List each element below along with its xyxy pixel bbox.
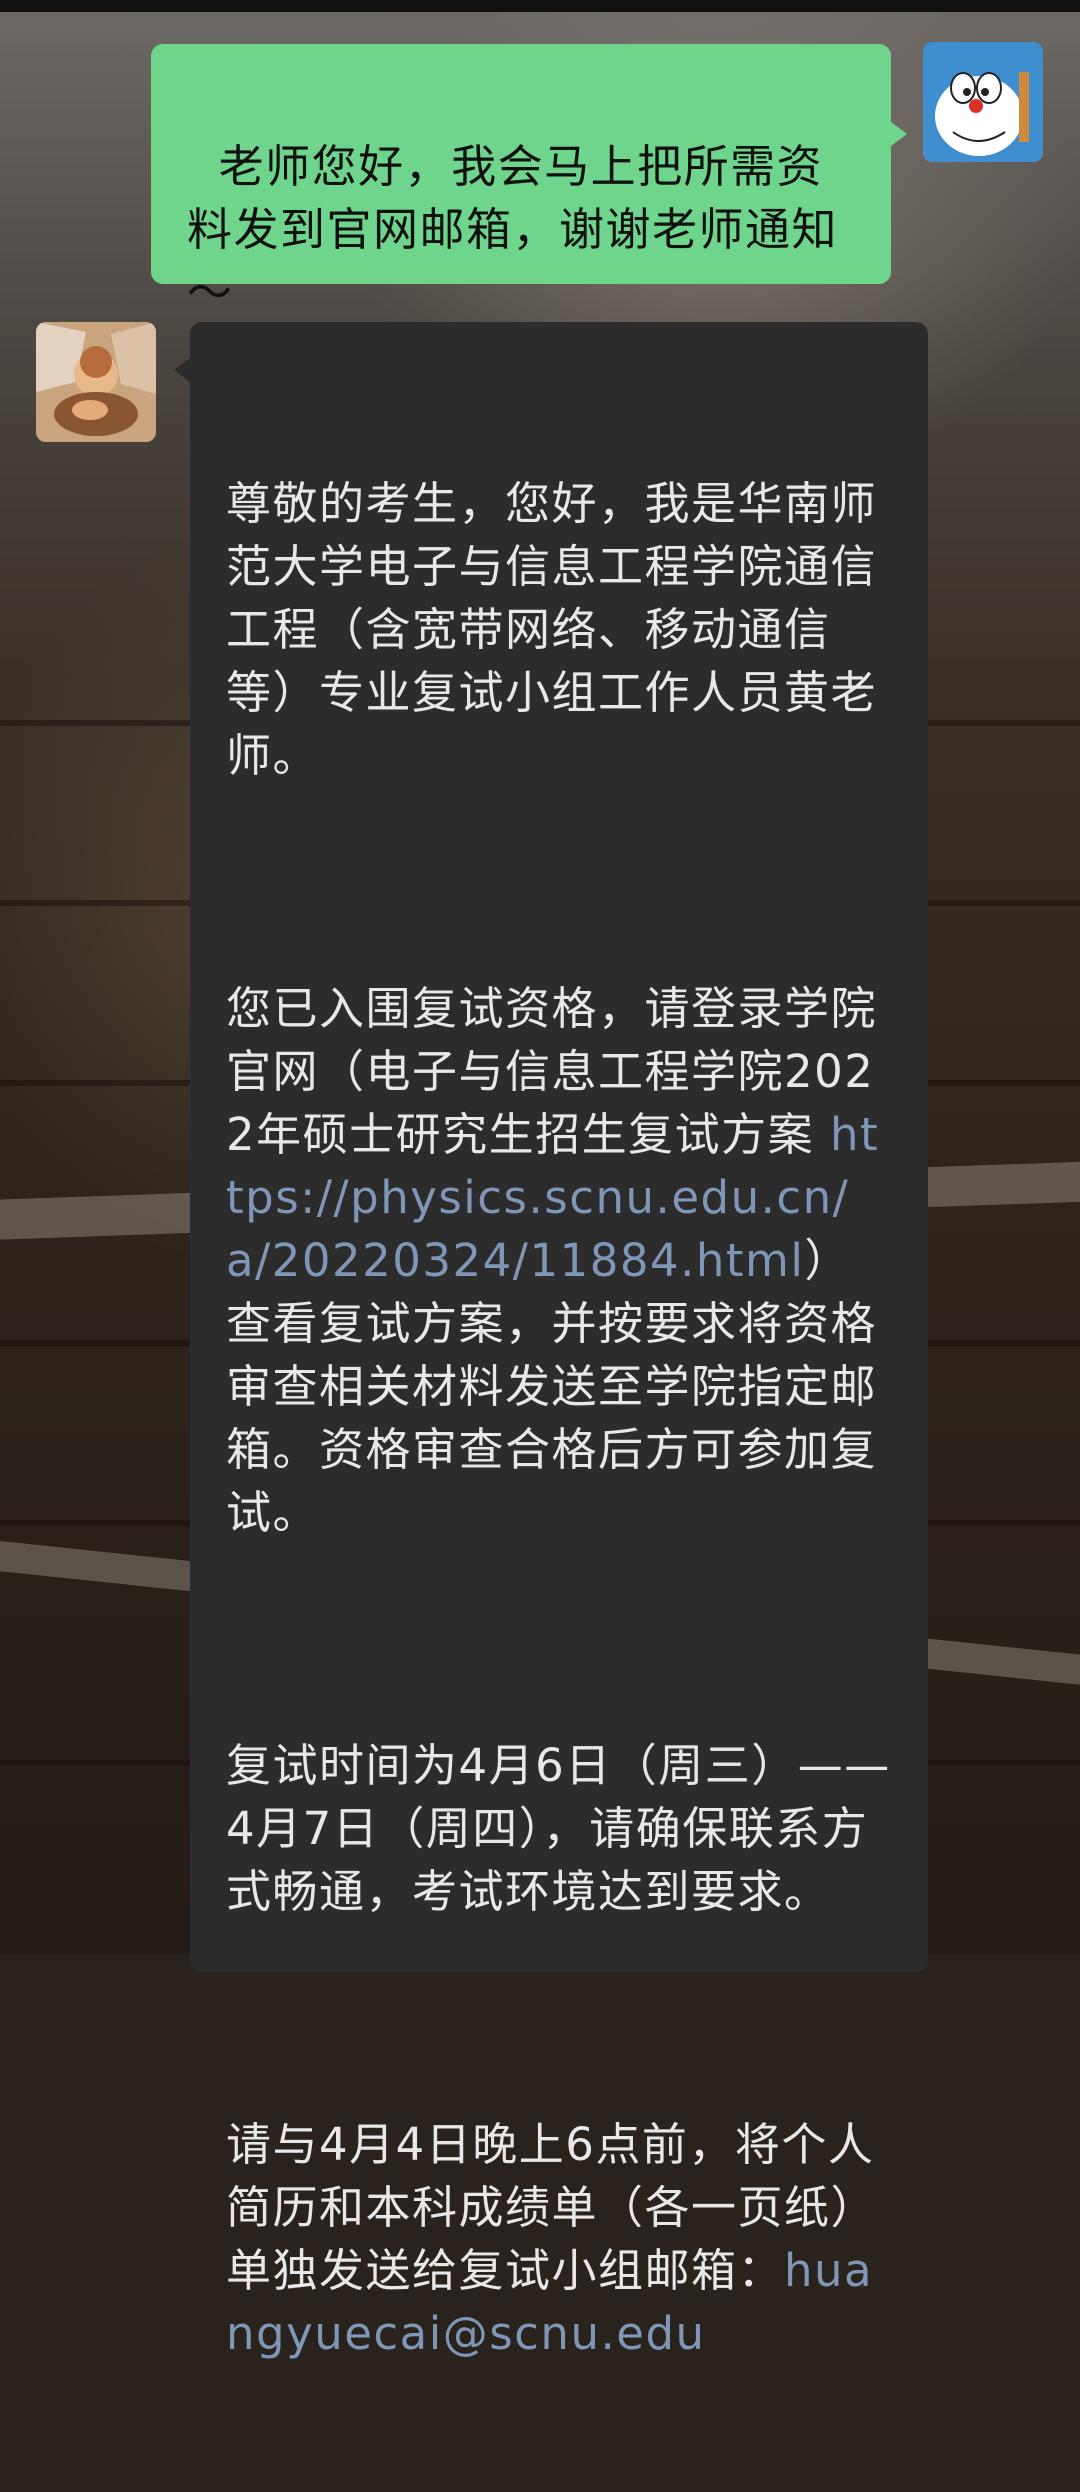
- instructions-text: 您已入围复试资格，请登录学院官网（电子与信息工程学院2022年硕士研究生招生复试…: [226, 982, 878, 1161]
- received-message-bubble[interactable]: 尊敬的考生，您好，我是华南师范大学电子与信息工程学院通信工程（含宽带网络、移动通…: [174, 322, 928, 2360]
- status-bar-edge: [0, 0, 1080, 12]
- sent-message-bubble[interactable]: 老师您好，我会马上把所需资料发到官网邮箱，谢谢老师通知～: [151, 44, 907, 319]
- deadline-text: 请与4月4日晚上6点前，将个人简历和本科成绩单（各一页纸）单独发送给复试小组邮箱…: [226, 2118, 878, 2297]
- message-paragraph-intro: 尊敬的考生，您好，我是华南师范大学电子与信息工程学院通信工程（含宽带网络、移动通…: [226, 477, 878, 782]
- message-paragraph-deadline: 请与4月4日晚上6点前，将个人简历和本科成绩单（各一页纸）单独发送给复试小组邮箱…: [226, 2113, 892, 2365]
- self-avatar[interactable]: [923, 42, 1043, 162]
- message-paragraph-instructions: 您已入围复试资格，请登录学院官网（电子与信息工程学院2022年硕士研究生招生复试…: [226, 977, 892, 1544]
- contact-avatar[interactable]: [36, 322, 156, 442]
- message-paragraph-schedule: 复试时间为4月6日（周三）——4月7日（周四），请确保联系方式畅通，考试环境达到…: [226, 1739, 891, 1918]
- cherub-avatar-icon: [36, 322, 156, 442]
- doraemon-avatar-icon: [923, 42, 1043, 162]
